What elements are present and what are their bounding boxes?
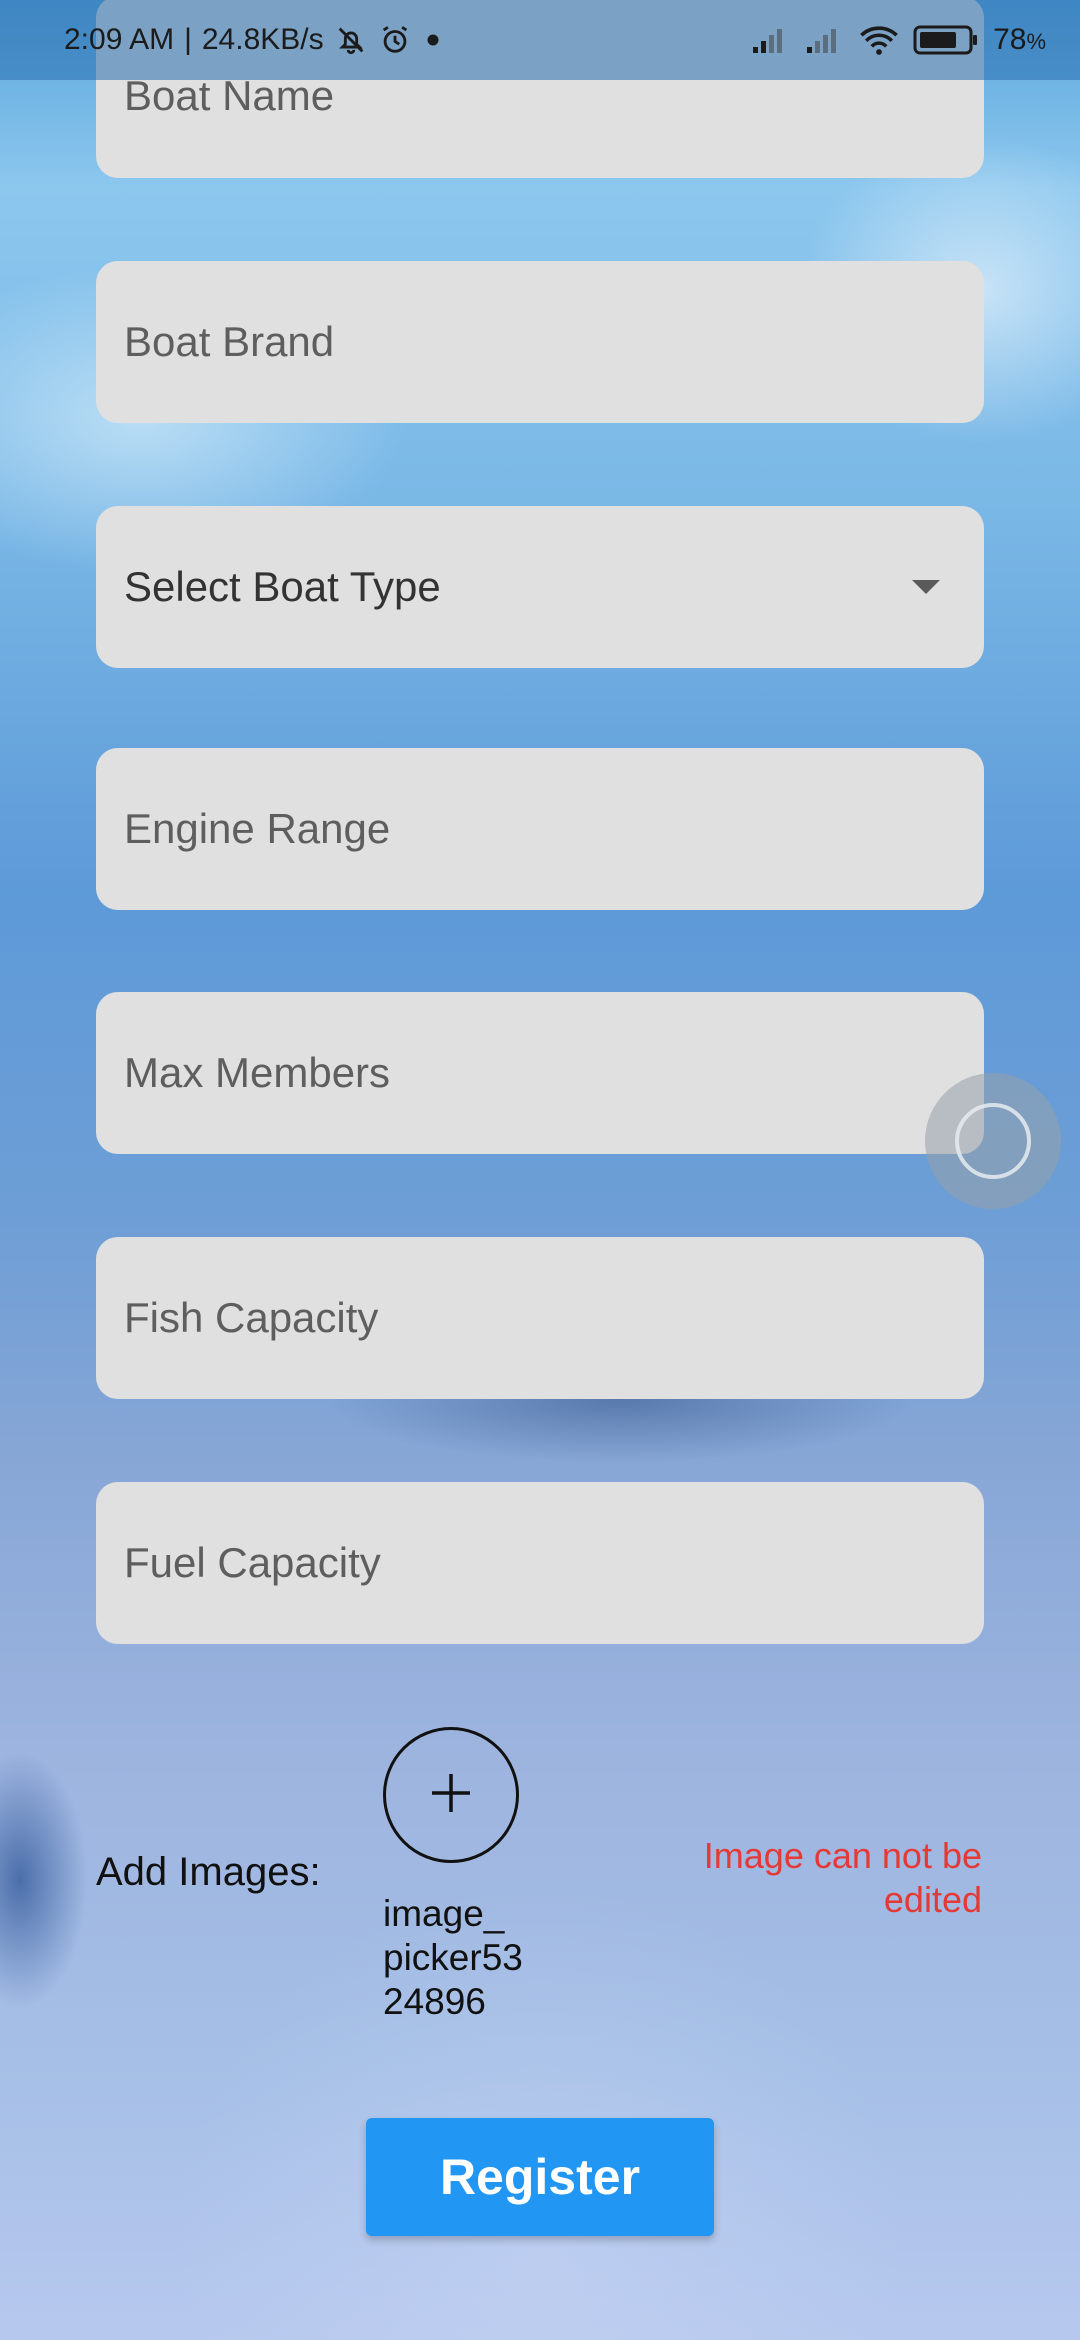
register-button[interactable]: Register: [366, 2118, 714, 2236]
max-members-field[interactable]: Max Members: [96, 992, 984, 1154]
battery-icon: [913, 24, 979, 56]
add-image-button[interactable]: [383, 1727, 519, 1863]
boat-brand-field[interactable]: Boat Brand: [96, 261, 984, 423]
status-left: 2:09 AM | 24.8KB/s: [64, 23, 444, 57]
status-right: 78%: [751, 23, 1046, 57]
fuel-capacity-placeholder: Fuel Capacity: [124, 1539, 381, 1586]
engine-range-placeholder: Engine Range: [124, 805, 391, 852]
dot-icon: [422, 29, 444, 51]
assistive-touch-ring: [955, 1103, 1031, 1179]
percent-sign: %: [1026, 29, 1046, 54]
status-network-speed: 24.8KB/s: [201, 23, 324, 56]
fuel-capacity-field[interactable]: Fuel Capacity: [96, 1482, 984, 1644]
boat-brand-placeholder: Boat Brand: [124, 318, 335, 365]
mute-bell-icon: [334, 23, 368, 57]
status-bar: 2:09 AM | 24.8KB/s 78%: [0, 0, 1080, 80]
assistive-touch-button[interactable]: [925, 1073, 1061, 1209]
plus-icon: [428, 1770, 474, 1821]
add-images-label: Add Images:: [96, 1850, 321, 1894]
engine-range-field[interactable]: Engine Range: [96, 748, 984, 910]
boat-type-dropdown[interactable]: Select Boat Type: [96, 506, 984, 668]
signal-icon: [751, 25, 791, 55]
wifi-icon: [859, 24, 899, 56]
fish-capacity-placeholder: Fish Capacity: [124, 1294, 379, 1341]
alarm-icon: [378, 23, 412, 57]
dropdown-arrow-icon: [912, 580, 940, 594]
image-file-name: image_picker5324896: [383, 1893, 523, 2022]
image-error-message: Image can not be edited: [703, 1835, 982, 1920]
battery-value: 78: [993, 23, 1027, 56]
signal-icon: [805, 25, 845, 55]
status-separator: |: [184, 23, 192, 56]
status-time: 2:09 AM: [64, 23, 175, 56]
max-members-placeholder: Max Members: [124, 1049, 391, 1096]
fish-capacity-field[interactable]: Fish Capacity: [96, 1237, 984, 1399]
battery-percent: 78%: [993, 23, 1046, 57]
boat-type-label: Select Boat Type: [124, 563, 441, 610]
